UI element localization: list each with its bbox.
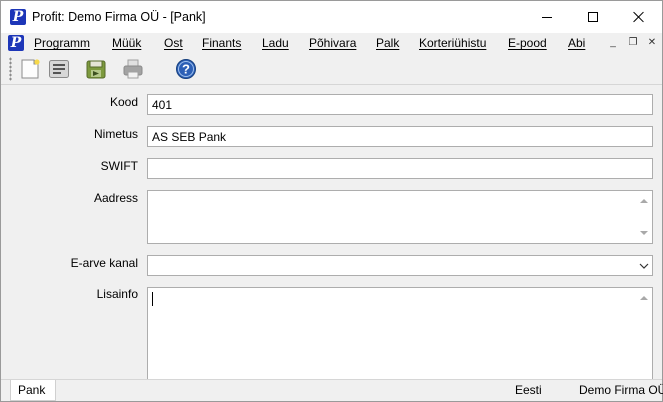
new-document-button[interactable] [17, 56, 43, 82]
kood-label: Kood [109, 95, 138, 109]
menu-item-muuk[interactable]: Müük [112, 36, 141, 50]
earve-kanal-select[interactable] [147, 255, 653, 276]
scroll-up-icon[interactable] [640, 296, 648, 300]
menu-item-finants[interactable]: Finants [202, 36, 241, 50]
earve-label: E-arve kanal [70, 256, 138, 270]
aadress-label: Aadress [93, 191, 138, 205]
mdi-close-button[interactable]: ✕ [645, 36, 659, 50]
nimetus-label: Nimetus [93, 127, 138, 141]
form-icon [49, 60, 69, 78]
close-icon [633, 11, 645, 23]
status-language: Eesti [515, 383, 542, 397]
help-icon: ? [176, 59, 196, 79]
menu-item-korteriuhistu[interactable]: Korteriühistu [419, 36, 486, 50]
bank-form: Kood 401 Nimetus AS SEB Pank SWIFT Aadre… [4, 86, 660, 379]
scroll-up-icon[interactable] [640, 199, 648, 203]
menu-bar: P Programm Müük Ost Finants Ladu Põhivar… [1, 33, 662, 53]
print-button[interactable] [120, 56, 146, 82]
menu-item-epood[interactable]: E-pood [508, 36, 547, 50]
aadress-field[interactable] [147, 190, 653, 244]
toolbar: ? [1, 53, 662, 85]
swift-field[interactable] [147, 158, 653, 179]
menu-item-pohivara[interactable]: Põhivara [309, 36, 356, 50]
lisainfo-field[interactable] [147, 287, 653, 379]
swift-label: SWIFT [100, 159, 138, 173]
aadress-scrollbar[interactable] [637, 192, 651, 242]
kood-field[interactable]: 401 [147, 94, 653, 115]
save-button[interactable] [83, 56, 109, 82]
print-icon [123, 59, 143, 79]
save-icon [86, 60, 106, 79]
minimize-button[interactable] [524, 1, 570, 33]
document-logo-icon[interactable]: P [8, 35, 24, 51]
menu-item-palk[interactable]: Palk [376, 36, 399, 50]
lisainfo-label: Lisainfo [96, 287, 138, 301]
app-logo-icon[interactable]: P [10, 9, 26, 25]
toolbar-grip[interactable] [9, 57, 12, 81]
app-window: P Profit: Demo Firma OÜ - [Pank] P Progr… [0, 0, 663, 402]
tab-pank[interactable]: Pank [10, 380, 56, 401]
menu-item-ladu[interactable]: Ladu [262, 36, 289, 50]
mdi-restore-button[interactable]: ❐ [626, 36, 640, 50]
scroll-down-icon[interactable] [640, 231, 648, 235]
mdi-minimize-button[interactable]: _ [606, 36, 620, 50]
chevron-down-icon[interactable] [639, 261, 649, 271]
status-bar: Pank Eesti Demo Firma OÜ [1, 379, 663, 401]
form-view-button[interactable] [46, 56, 72, 82]
text-caret [152, 292, 153, 306]
window-title: Profit: Demo Firma OÜ - [Pank] [32, 10, 206, 24]
maximize-icon [588, 12, 598, 22]
help-glyph: ? [182, 62, 190, 77]
nimetus-field[interactable]: AS SEB Pank [147, 126, 653, 147]
new-document-icon [21, 59, 40, 79]
menu-item-ost[interactable]: Ost [164, 36, 183, 50]
help-button[interactable]: ? [173, 56, 199, 82]
status-company: Demo Firma OÜ [579, 383, 663, 397]
menu-item-abi[interactable]: Abi [568, 36, 585, 50]
close-button[interactable] [616, 1, 662, 33]
minimize-icon [542, 16, 552, 18]
menu-item-programm[interactable]: Programm [34, 36, 90, 50]
maximize-button[interactable] [570, 1, 616, 33]
lisainfo-scrollbar[interactable] [637, 289, 651, 379]
title-bar[interactable]: P Profit: Demo Firma OÜ - [Pank] [1, 1, 662, 33]
